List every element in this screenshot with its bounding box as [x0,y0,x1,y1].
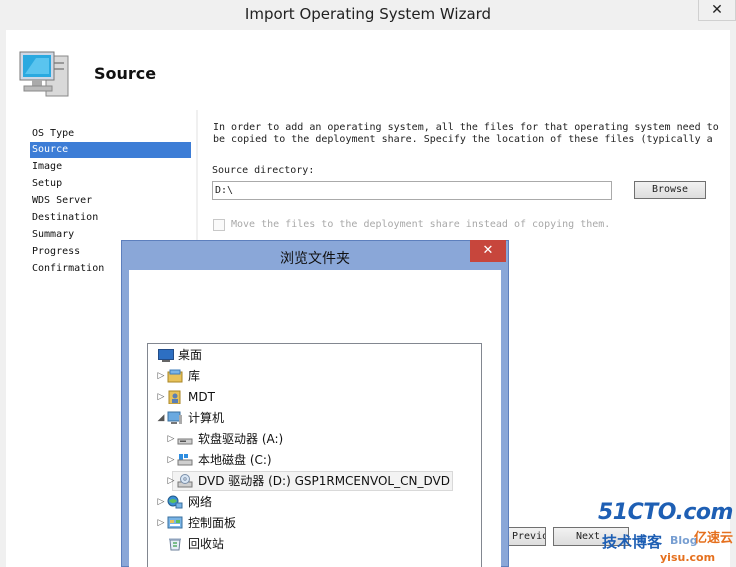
nav-item-os-type[interactable]: OS Type [32,126,74,142]
wizard-title: Import Operating System Wizard [244,5,492,23]
nav-item-source[interactable]: Source [30,142,191,158]
watermark-yisu-en: yisu.com [660,551,716,564]
page-title: Source [94,64,157,83]
expand-arrow-icon[interactable]: ▷ [156,513,166,533]
dialog-title: 浏览文件夹 [280,251,350,267]
source-directory-input[interactable]: D:\ [212,181,612,200]
folder-tree[interactable]: 桌面 ▷ 库 ▷ MDT ◢ 计算机 ▷ 软盘驱动器 (A:) ▷ 本地磁盘 (… [147,343,482,567]
computer-icon [167,411,182,424]
watermark-yisu-cn: 亿速云 [694,531,734,546]
source-directory-label: Source directory: [212,165,315,176]
expand-arrow-icon[interactable]: ▷ [156,387,166,407]
floppy-drive-icon [177,438,193,445]
move-files-label: Move the files to the deployment share i… [231,219,611,230]
dvd-drive-icon [177,474,193,488]
nav-item-setup[interactable]: Setup [32,176,62,192]
nav-item-confirmation[interactable]: Confirmation [32,261,104,277]
watermark-site: 51CTO.com [598,500,733,525]
nav-item-wds-server[interactable]: WDS Server [32,193,92,209]
local-disk-icon [177,454,193,466]
move-files-checkbox[interactable] [213,219,225,231]
description-line-2: be copied to the deployment share. Speci… [213,134,713,145]
watermark-blog-cn: 技术博客 [602,533,663,551]
dialog-close-button[interactable]: ✕ [470,240,506,262]
wizard-close-button[interactable]: ✕ [698,0,736,21]
collapse-arrow-icon[interactable]: ◢ [156,408,166,428]
nav-item-image[interactable]: Image [32,159,62,175]
desktop-icon [158,349,174,362]
expand-arrow-icon[interactable]: ▷ [166,429,176,449]
user-folder-icon [168,390,181,404]
expand-arrow-icon[interactable]: ▷ [156,492,166,512]
network-icon [167,495,183,509]
recycle-bin-icon [169,538,181,551]
browse-button[interactable]: Browse [634,181,706,199]
control-panel-icon [167,516,183,529]
nav-item-summary[interactable]: Summary [32,227,74,243]
watermark: 51CTO.com 技术博客 Blog 亿速云 yisu.com [598,500,736,567]
expand-arrow-icon[interactable]: ▷ [166,450,176,470]
nav-item-destination[interactable]: Destination [32,210,98,226]
nav-item-progress[interactable]: Progress [32,244,80,260]
library-icon [167,369,183,383]
computer-wizard-icon [19,51,69,97]
expand-arrow-icon[interactable]: ▷ [156,366,166,386]
description-line-1: In order to add an operating system, all… [213,122,719,133]
expand-arrow-icon[interactable]: ▷ [166,471,176,491]
